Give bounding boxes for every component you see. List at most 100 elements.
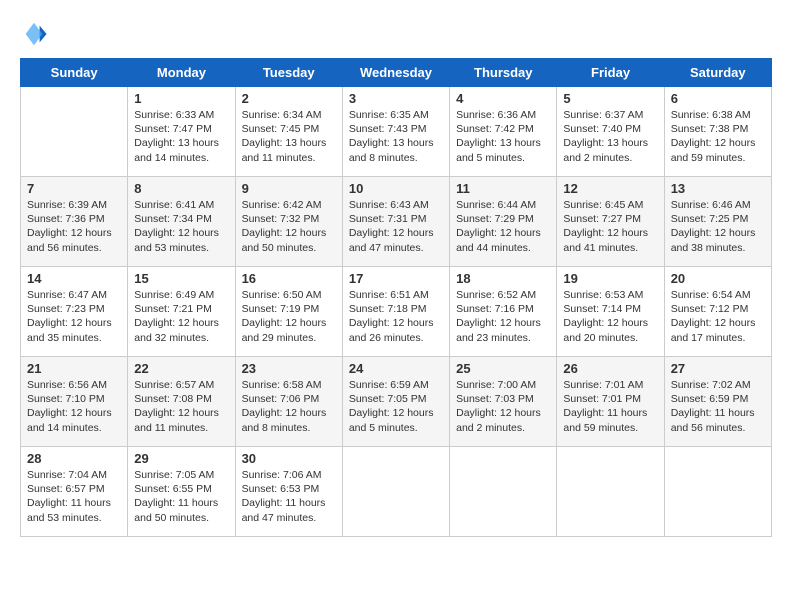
cell-info: Sunrise: 6:37 AM Sunset: 7:40 PM Dayligh… (563, 108, 657, 165)
calendar-cell: 9 Sunrise: 6:42 AM Sunset: 7:32 PM Daylig… (235, 177, 342, 267)
day-number: 9 (242, 181, 336, 196)
day-number: 19 (563, 271, 657, 286)
calendar-cell: 3Sunrise: 6:35 AM Sunset: 7:43 PM Daylig… (342, 87, 449, 177)
day-number: 18 (456, 271, 550, 286)
cell-info: Sunrise: 6:42 AM Sunset: 7:32 PM Dayligh… (242, 198, 336, 255)
day-header-wednesday: Wednesday (342, 59, 449, 87)
cell-info: Sunrise: 6:46 AM Sunset: 7:25 PM Dayligh… (671, 198, 765, 255)
calendar-cell (664, 447, 771, 537)
calendar-cell (450, 447, 557, 537)
calendar-cell: 8 Sunrise: 6:41 AM Sunset: 7:34 PM Daylig… (128, 177, 235, 267)
calendar-cell: 30 Sunrise: 7:06 AM Sunset: 6:53 PM Dayli… (235, 447, 342, 537)
cell-info: Sunrise: 7:01 AM Sunset: 7:01 PM Dayligh… (563, 378, 657, 435)
cell-info: Sunrise: 6:52 AM Sunset: 7:16 PM Dayligh… (456, 288, 550, 345)
day-header-thursday: Thursday (450, 59, 557, 87)
cell-info: Sunrise: 7:06 AM Sunset: 6:53 PM Dayligh… (242, 468, 336, 525)
day-number: 28 (27, 451, 121, 466)
week-row: 7 Sunrise: 6:39 AM Sunset: 7:36 PM Daylig… (21, 177, 772, 267)
cell-info: Sunrise: 6:49 AM Sunset: 7:21 PM Dayligh… (134, 288, 228, 345)
calendar-cell: 2 Sunrise: 6:34 AM Sunset: 7:45 PM Daylig… (235, 87, 342, 177)
day-header-tuesday: Tuesday (235, 59, 342, 87)
cell-info: Sunrise: 6:35 AM Sunset: 7:43 PM Dayligh… (349, 108, 443, 165)
day-number: 12 (563, 181, 657, 196)
logo (20, 20, 52, 48)
day-number: 22 (134, 361, 228, 376)
cell-info: Sunrise: 6:57 AM Sunset: 7:08 PM Dayligh… (134, 378, 228, 435)
calendar-cell: 7 Sunrise: 6:39 AM Sunset: 7:36 PM Daylig… (21, 177, 128, 267)
day-number: 29 (134, 451, 228, 466)
day-number: 2 (242, 91, 336, 106)
day-number: 14 (27, 271, 121, 286)
calendar-cell: 23 Sunrise: 6:58 AM Sunset: 7:06 PM Dayli… (235, 357, 342, 447)
day-header-saturday: Saturday (664, 59, 771, 87)
day-number: 8 (134, 181, 228, 196)
day-number: 16 (242, 271, 336, 286)
calendar-cell: 15 Sunrise: 6:49 AM Sunset: 7:21 PM Dayli… (128, 267, 235, 357)
calendar-cell: 18 Sunrise: 6:52 AM Sunset: 7:16 PM Dayli… (450, 267, 557, 357)
cell-info: Sunrise: 6:45 AM Sunset: 7:27 PM Dayligh… (563, 198, 657, 255)
page-header (20, 20, 772, 48)
cell-info: Sunrise: 6:54 AM Sunset: 7:12 PM Dayligh… (671, 288, 765, 345)
calendar-cell: 4 Sunrise: 6:36 AM Sunset: 7:42 PM Daylig… (450, 87, 557, 177)
calendar-table: SundayMondayTuesdayWednesdayThursdayFrid… (20, 58, 772, 537)
day-header-sunday: Sunday (21, 59, 128, 87)
calendar-cell: 27 Sunrise: 7:02 AM Sunset: 6:59 PM Dayli… (664, 357, 771, 447)
cell-info: Sunrise: 6:38 AM Sunset: 7:38 PM Dayligh… (671, 108, 765, 165)
cell-info: Sunrise: 6:44 AM Sunset: 7:29 PM Dayligh… (456, 198, 550, 255)
header-row: SundayMondayTuesdayWednesdayThursdayFrid… (21, 59, 772, 87)
day-number: 27 (671, 361, 765, 376)
day-number: 10 (349, 181, 443, 196)
cell-info: Sunrise: 7:05 AM Sunset: 6:55 PM Dayligh… (134, 468, 228, 525)
cell-info: Sunrise: 6:36 AM Sunset: 7:42 PM Dayligh… (456, 108, 550, 165)
calendar-cell: 17Sunrise: 6:51 AM Sunset: 7:18 PM Dayli… (342, 267, 449, 357)
week-row: 28 Sunrise: 7:04 AM Sunset: 6:57 PM Dayli… (21, 447, 772, 537)
calendar-cell (557, 447, 664, 537)
calendar-cell: 22 Sunrise: 6:57 AM Sunset: 7:08 PM Dayli… (128, 357, 235, 447)
day-number: 7 (27, 181, 121, 196)
cell-info: Sunrise: 6:41 AM Sunset: 7:34 PM Dayligh… (134, 198, 228, 255)
logo-icon (20, 20, 48, 48)
day-number: 15 (134, 271, 228, 286)
day-number: 13 (671, 181, 765, 196)
cell-info: Sunrise: 6:56 AM Sunset: 7:10 PM Dayligh… (27, 378, 121, 435)
cell-info: Sunrise: 6:34 AM Sunset: 7:45 PM Dayligh… (242, 108, 336, 165)
day-number: 20 (671, 271, 765, 286)
cell-info: Sunrise: 7:02 AM Sunset: 6:59 PM Dayligh… (671, 378, 765, 435)
day-number: 17 (349, 271, 443, 286)
day-number: 21 (27, 361, 121, 376)
day-number: 24 (349, 361, 443, 376)
calendar-cell: 16 Sunrise: 6:50 AM Sunset: 7:19 PM Dayli… (235, 267, 342, 357)
calendar-cell: 12 Sunrise: 6:45 AM Sunset: 7:27 PM Dayli… (557, 177, 664, 267)
day-header-friday: Friday (557, 59, 664, 87)
cell-info: Sunrise: 6:50 AM Sunset: 7:19 PM Dayligh… (242, 288, 336, 345)
calendar-cell: 24 Sunrise: 6:59 AM Sunset: 7:05 PM Dayli… (342, 357, 449, 447)
calendar-cell: 14 Sunrise: 6:47 AM Sunset: 7:23 PM Dayli… (21, 267, 128, 357)
calendar-cell: 6 Sunrise: 6:38 AM Sunset: 7:38 PM Daylig… (664, 87, 771, 177)
calendar-cell: 28 Sunrise: 7:04 AM Sunset: 6:57 PM Dayli… (21, 447, 128, 537)
calendar-cell: 29 Sunrise: 7:05 AM Sunset: 6:55 PM Dayli… (128, 447, 235, 537)
calendar-cell: 20 Sunrise: 6:54 AM Sunset: 7:12 PM Dayli… (664, 267, 771, 357)
cell-info: Sunrise: 7:04 AM Sunset: 6:57 PM Dayligh… (27, 468, 121, 525)
day-number: 4 (456, 91, 550, 106)
week-row: 21 Sunrise: 6:56 AM Sunset: 7:10 PM Dayli… (21, 357, 772, 447)
cell-info: Sunrise: 6:39 AM Sunset: 7:36 PM Dayligh… (27, 198, 121, 255)
cell-info: Sunrise: 6:58 AM Sunset: 7:06 PM Dayligh… (242, 378, 336, 435)
week-row: 1Sunrise: 6:33 AM Sunset: 7:47 PM Daylig… (21, 87, 772, 177)
day-number: 5 (563, 91, 657, 106)
day-number: 23 (242, 361, 336, 376)
day-number: 11 (456, 181, 550, 196)
cell-info: Sunrise: 6:59 AM Sunset: 7:05 PM Dayligh… (349, 378, 443, 435)
cell-info: Sunrise: 6:47 AM Sunset: 7:23 PM Dayligh… (27, 288, 121, 345)
day-number: 1 (134, 91, 228, 106)
cell-info: Sunrise: 6:53 AM Sunset: 7:14 PM Dayligh… (563, 288, 657, 345)
calendar-cell: 10 Sunrise: 6:43 AM Sunset: 7:31 PM Dayli… (342, 177, 449, 267)
day-number: 26 (563, 361, 657, 376)
calendar-cell (342, 447, 449, 537)
calendar-cell (21, 87, 128, 177)
day-header-monday: Monday (128, 59, 235, 87)
calendar-cell: 25Sunrise: 7:00 AM Sunset: 7:03 PM Dayli… (450, 357, 557, 447)
day-number: 30 (242, 451, 336, 466)
day-number: 6 (671, 91, 765, 106)
cell-info: Sunrise: 6:43 AM Sunset: 7:31 PM Dayligh… (349, 198, 443, 255)
cell-info: Sunrise: 7:00 AM Sunset: 7:03 PM Dayligh… (456, 378, 550, 435)
